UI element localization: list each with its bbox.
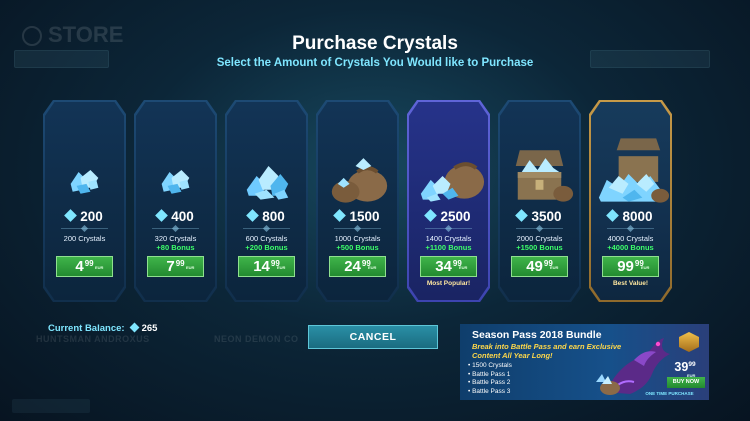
champion-name-dimmed: HUNTSMAN ANDROXUS [36, 334, 150, 344]
crystal-pack-card[interactable]: 200 200 Crystals 499 EUR [43, 100, 126, 302]
modal-title: Purchase Crystals [292, 33, 458, 54]
pack-amount: 400 [134, 209, 217, 224]
crystal-pack-card[interactable]: 2500 1400 Crystals +1100 Bonus 3499 EUR Most … [407, 100, 490, 302]
pack-bonus: +200 Bonus [245, 243, 288, 252]
pack-bonus: +1500 Bonus [516, 243, 563, 252]
season-pass-items: • 1500 Crystals • Battle Pass 1 • Battle… [468, 362, 512, 396]
pack-amount: 8000 [589, 209, 672, 224]
buy-now-button[interactable]: BUY NOW [667, 377, 705, 388]
crystal-pack-card[interactable]: 800 600 Crystals +200 Bonus 1499 EUR [225, 100, 308, 302]
store-footer-dimmed [12, 399, 90, 413]
crystal-icon [155, 209, 169, 222]
pack-price-button[interactable]: 1499 EUR [238, 256, 295, 277]
divider [425, 228, 472, 229]
divider [516, 228, 563, 229]
crystal-pack-icon [246, 166, 289, 200]
crystal-pack-icon [331, 158, 388, 203]
divider [152, 228, 199, 229]
list-item: • 1500 Crystals [468, 362, 512, 369]
pack-crystals: 4000 Crystals [607, 234, 654, 243]
crystal-pack-card[interactable]: 1500 1000 Crystals +500 Bonus 2499 EUR [316, 100, 399, 302]
crystal-pack-icon [515, 150, 574, 202]
pack-bonus: +4000 Bonus [607, 243, 654, 252]
divider [243, 228, 290, 229]
pack-crystals: 600 Crystals [245, 234, 288, 243]
season-pass-banner[interactable]: Season Pass 2018 Bundle Break into Battl… [460, 324, 709, 400]
crystal-pack-card[interactable]: 3500 2000 Crystals +1500 Bonus 4999 EUR [498, 100, 581, 302]
season-pass-title: Season Pass 2018 Bundle [472, 329, 602, 341]
pack-tag: Best Value! [612, 280, 649, 287]
season-badge-icon [679, 332, 699, 352]
divider [607, 228, 654, 229]
crystal-icon [515, 209, 529, 222]
crystal-pack-icon [161, 170, 190, 194]
pack-price-button[interactable]: 2499 EUR [329, 256, 386, 277]
balance-value: 265 [141, 323, 158, 334]
pack-price-button[interactable]: 799 EUR [147, 256, 204, 277]
pack-bonus: +1100 Bonus [425, 243, 472, 252]
pack-tag: Most Popular! [426, 280, 471, 287]
cancel-button[interactable]: CANCEL [308, 325, 438, 349]
crystal-icon [129, 322, 140, 333]
one-time-purchase-note: ONE TIME PURCHASE [645, 391, 694, 396]
pack-bonus: +80 Bonus [156, 243, 195, 252]
pack-price-button[interactable]: 499 EUR [56, 256, 113, 277]
divider [61, 228, 108, 229]
crystal-icon [246, 209, 260, 222]
list-item: • Battle Pass 1 [468, 370, 511, 378]
pack-amount: 200 [43, 209, 126, 224]
pack-crystals: 320 Crystals [154, 234, 197, 243]
pack-price-button[interactable]: 9999 EUR [602, 256, 659, 277]
crystal-icon [64, 209, 78, 222]
crystal-pack-card[interactable]: 8000 4000 Crystals +4000 Bonus 9999 EUR Best … [589, 100, 672, 302]
pack-crystals: 1000 Crystals [334, 234, 381, 243]
pack-crystals: 1400 Crystals [425, 234, 472, 243]
list-item: • Battle Pass 3 [468, 387, 511, 395]
divider [334, 228, 381, 229]
pack-crystals: 2000 Crystals [516, 234, 563, 243]
pack-amount: 800 [225, 209, 308, 224]
crystal-icon [333, 209, 347, 222]
pack-amount: 2500 [407, 209, 490, 224]
pack-price-button[interactable]: 3499 EUR [420, 256, 477, 277]
pack-price-button[interactable]: 4999 EUR [511, 256, 568, 277]
crystal-pack-icon [70, 170, 99, 194]
skin-name-dimmed: NEON DEMON CO [214, 334, 299, 344]
current-balance: Current Balance: 265 [48, 322, 158, 334]
balance-label: Current Balance: [48, 323, 125, 334]
crystal-pack-icon [420, 162, 485, 202]
crystal-icon [424, 209, 438, 222]
list-item: • Battle Pass 2 [468, 379, 511, 386]
crystal-pack-card[interactable]: 400 320 Crystals +80 Bonus 799 EUR [134, 100, 217, 302]
crystal-icon [606, 209, 620, 222]
modal-subtitle: Select the Amount of Crystals You Would … [216, 57, 534, 69]
pack-amount: 3500 [498, 209, 581, 224]
pack-crystals: 200 Crystals [63, 234, 106, 243]
season-pass-price: 3999 EUR [674, 360, 696, 378]
crystal-pack-icon [598, 138, 670, 203]
pack-amount: 1500 [316, 209, 399, 224]
pack-bonus: +500 Bonus [336, 243, 379, 252]
